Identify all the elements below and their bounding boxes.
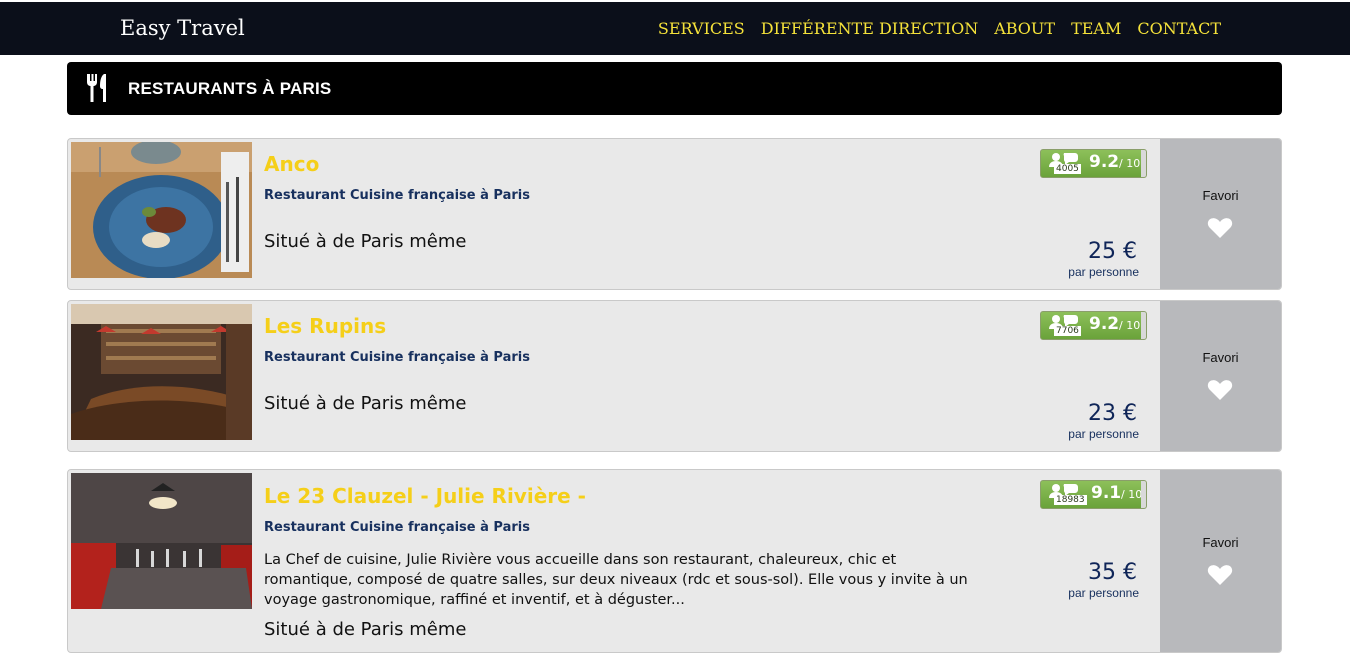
restaurant-location: Situé à de Paris même: [264, 393, 467, 414]
rating-score: 9.1: [1091, 483, 1122, 503]
rating-badge: 4005 9.2 / 10: [1040, 149, 1147, 178]
price: 35 €: [1088, 560, 1137, 585]
review-count: 4005: [1054, 164, 1081, 174]
restaurant-card[interactable]: Les Rupins Restaurant Cuisine française …: [67, 300, 1282, 452]
favorite-label: Favori: [1202, 188, 1239, 203]
restaurant-card[interactable]: Le 23 Clauzel - Julie Rivière - Restaura…: [67, 469, 1282, 653]
favorite-label: Favori: [1202, 535, 1239, 550]
review-count: 7706: [1054, 326, 1081, 336]
nav-services[interactable]: SERVICES: [658, 19, 745, 38]
nav-team[interactable]: TEAM: [1071, 19, 1121, 38]
restaurant-type: Restaurant Cuisine française à Paris: [264, 350, 530, 365]
nav-directions[interactable]: DIFFÉRENTE DIRECTION: [761, 19, 978, 38]
rating-max: / 10: [1119, 157, 1141, 170]
price-unit: par personne: [1068, 427, 1139, 441]
favorite-panel[interactable]: Favori: [1160, 470, 1281, 652]
restaurant-name[interactable]: Les Rupins: [264, 314, 386, 338]
review-count: 18983: [1054, 495, 1087, 505]
section-title: RESTAURANTS À PARIS: [128, 79, 332, 98]
nav-about[interactable]: ABOUT: [994, 19, 1055, 38]
price-unit: par personne: [1068, 586, 1139, 600]
top-navbar: Easy Travel SERVICES DIFFÉRENTE DIRECTIO…: [0, 2, 1350, 55]
rating-badge: 18983 9.1 / 10: [1040, 480, 1147, 509]
heart-icon[interactable]: [1207, 379, 1233, 401]
rating-badge: 7706 9.2 / 10: [1040, 311, 1147, 340]
heart-icon[interactable]: [1207, 564, 1233, 586]
price: 23 €: [1088, 401, 1137, 426]
rating-score: 9.2: [1089, 152, 1120, 172]
restaurant-photo[interactable]: [71, 304, 252, 440]
main-nav: SERVICES DIFFÉRENTE DIRECTION ABOUT TEAM…: [658, 19, 1221, 38]
nav-contact[interactable]: CONTACT: [1137, 19, 1221, 38]
restaurant-location: Situé à de Paris même: [264, 231, 467, 252]
restaurant-location: Situé à de Paris même: [264, 619, 467, 640]
price: 25 €: [1088, 239, 1137, 264]
rating-score: 9.2: [1089, 314, 1120, 334]
restaurant-type: Restaurant Cuisine française à Paris: [264, 188, 530, 203]
favorite-panel[interactable]: Favori: [1160, 139, 1281, 289]
heart-icon[interactable]: [1207, 217, 1233, 239]
brand-logo[interactable]: Easy Travel: [120, 16, 245, 40]
fork-knife-icon: [87, 74, 106, 102]
section-header: RESTAURANTS À PARIS: [67, 62, 1282, 115]
restaurant-description: La Chef de cuisine, Julie Rivière vous a…: [264, 552, 968, 608]
rating-max: / 10: [1119, 319, 1141, 332]
restaurant-name[interactable]: Anco: [264, 152, 319, 176]
price-unit: par personne: [1068, 265, 1139, 279]
restaurant-name[interactable]: Le 23 Clauzel - Julie Rivière -: [264, 484, 586, 508]
favorite-panel[interactable]: Favori: [1160, 301, 1281, 451]
rating-max: / 10: [1121, 488, 1143, 501]
restaurant-photo[interactable]: [71, 473, 252, 609]
restaurant-type: Restaurant Cuisine française à Paris: [264, 520, 530, 535]
restaurant-card[interactable]: Anco Restaurant Cuisine française à Pari…: [67, 138, 1282, 290]
favorite-label: Favori: [1202, 350, 1239, 365]
restaurant-photo[interactable]: [71, 142, 252, 278]
